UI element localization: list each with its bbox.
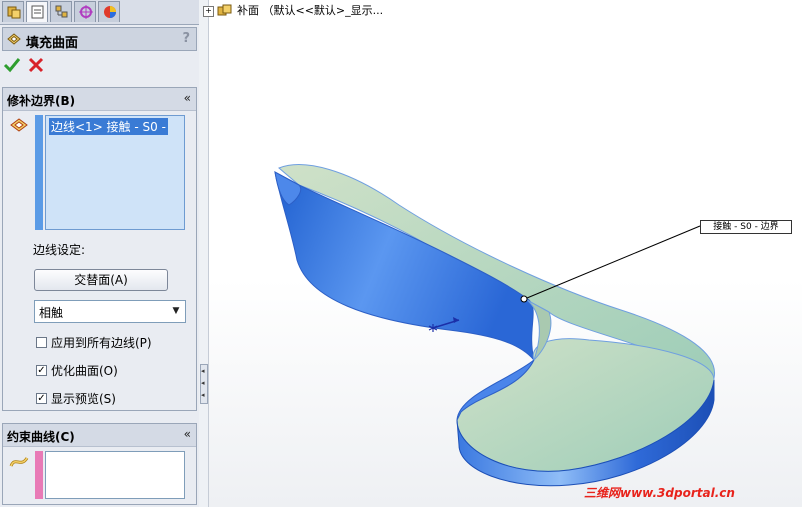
constraint-curve-list[interactable] xyxy=(45,451,185,499)
checkmark-icon xyxy=(3,58,21,73)
panel-splitter[interactable]: ◂ ◂ ◂ xyxy=(199,0,209,507)
feature-tree-icon xyxy=(7,6,21,19)
ok-button[interactable] xyxy=(3,56,21,74)
watermark: 三维网www.3dportal.cn xyxy=(584,486,735,500)
graphics-viewport[interactable] xyxy=(209,0,802,507)
edge-settings-label: 边线设定: xyxy=(33,243,86,257)
feature-tree-flyout[interactable]: + 补面 （默认<<默认>_显示... xyxy=(203,2,383,18)
selection-active-bar xyxy=(35,115,43,230)
boundary-selection-list[interactable]: 边线<1> 接触 - S0 - xyxy=(45,115,185,230)
cancel-button[interactable] xyxy=(27,56,45,74)
edge-selection-icon xyxy=(10,118,28,132)
close-icon xyxy=(28,57,44,73)
curvature-control-value: 相触 xyxy=(39,306,64,320)
splitter-grip[interactable]: ◂ ◂ ◂ xyxy=(200,364,208,404)
chevron-down-icon[interactable]: ▼ xyxy=(169,303,183,319)
apply-all-edges-label: 应用到所有边线(P) xyxy=(51,336,152,350)
property-manager-tab[interactable] xyxy=(26,1,48,22)
alternate-face-button[interactable]: 交替面(A) xyxy=(34,269,168,291)
feature-title: 填充曲面 xyxy=(26,36,79,51)
show-preview-checkbox[interactable]: ✓ xyxy=(36,393,47,404)
dimxpert-icon xyxy=(79,5,93,19)
configuration-manager-tab[interactable] xyxy=(50,1,72,22)
patch-boundary-title: 修补边界(B) xyxy=(7,94,76,108)
optimize-surface-checkbox[interactable]: ✓ xyxy=(36,365,47,376)
optimize-surface-label: 优化曲面(O) xyxy=(51,364,118,378)
apply-all-edges-checkbox[interactable] xyxy=(36,337,47,348)
configuration-icon xyxy=(55,5,68,18)
fill-patch-surface xyxy=(456,338,715,472)
constraint-curves-header[interactable]: 约束曲线(C) « xyxy=(3,424,196,447)
fill-surface-icon xyxy=(7,33,21,45)
fill-surface-model[interactable] xyxy=(209,0,802,507)
collapse-icon[interactable]: « xyxy=(184,91,191,105)
show-preview-label: 显示预览(S) xyxy=(51,392,116,406)
curvature-control-select[interactable]: 相触 ▼ xyxy=(34,300,186,323)
property-icon xyxy=(31,5,44,19)
patch-boundary-group: 修补边界(B) « 边线<1> 接触 - S0 - 边线设定: 交替面(A) 相… xyxy=(2,87,197,411)
display-manager-tab[interactable] xyxy=(98,1,120,22)
dimxpert-tab[interactable] xyxy=(74,1,96,22)
curve-selection-icon xyxy=(9,457,29,467)
patch-boundary-header[interactable]: 修补边界(B) « xyxy=(3,88,196,111)
part-name[interactable]: 补面 （默认<<默认>_显示... xyxy=(237,4,383,17)
callout-leader xyxy=(526,225,701,299)
part-icon xyxy=(217,4,232,16)
display-manager-icon xyxy=(104,6,116,18)
collapse-icon[interactable]: « xyxy=(184,427,191,441)
boundary-callout[interactable]: 接触 - S0 - 边界 xyxy=(700,220,792,234)
feature-manager-tab[interactable] xyxy=(2,1,24,22)
constraint-curves-title: 约束曲线(C) xyxy=(7,430,75,444)
callout-anchor[interactable] xyxy=(520,295,528,303)
list-item[interactable]: 边线<1> 接触 - S0 - xyxy=(49,118,168,135)
help-icon[interactable]: ? xyxy=(182,31,190,46)
feature-header: 填充曲面 ? xyxy=(2,27,197,51)
expand-icon[interactable]: + xyxy=(203,5,214,17)
constraint-curves-group: 约束曲线(C) « xyxy=(2,423,197,505)
manager-tabs xyxy=(0,0,199,25)
constraint-color-bar xyxy=(35,451,43,499)
property-manager-panel: 填充曲面 ? 修补边界(B) « 边线<1> 接触 - S0 - 边线设定: 交… xyxy=(0,0,200,507)
